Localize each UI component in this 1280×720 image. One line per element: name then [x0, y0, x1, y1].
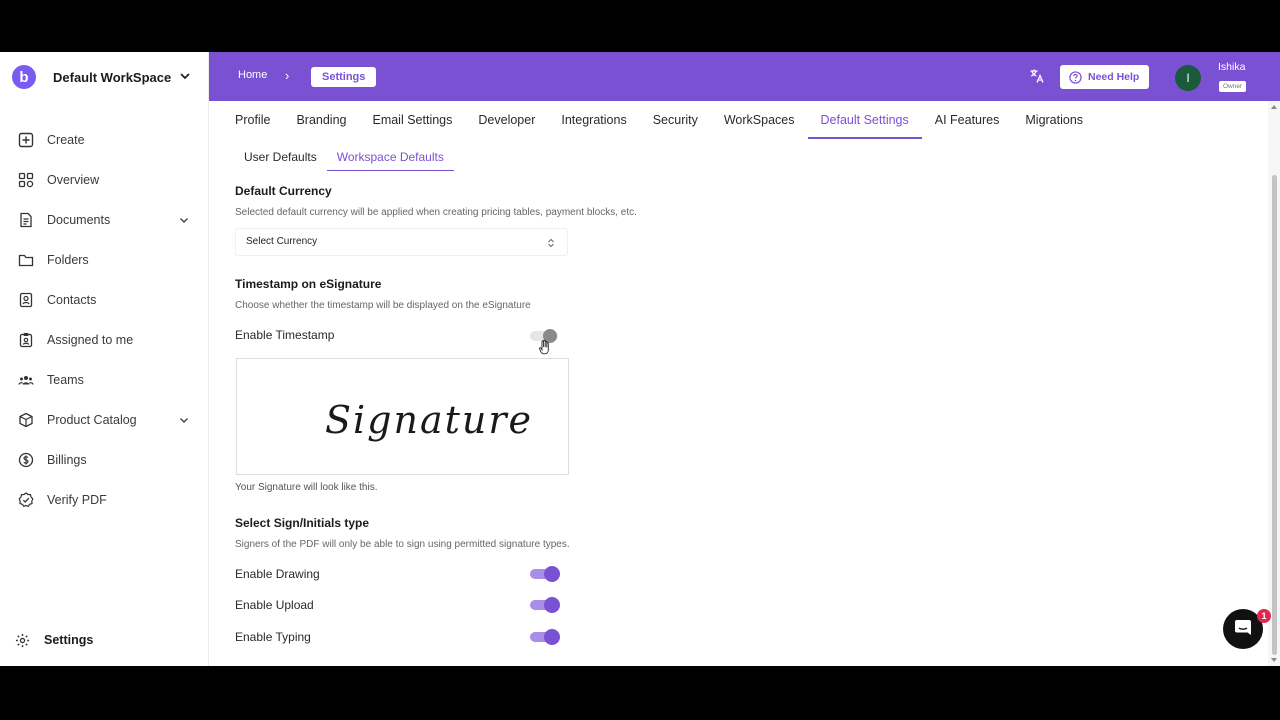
sidebar-item-folders[interactable]: Folders: [0, 240, 208, 280]
settings-subtabs: User Defaults Workspace Defaults: [234, 147, 455, 171]
enable-drawing-label: Enable Drawing: [235, 567, 320, 581]
tab-default-settings[interactable]: Default Settings: [807, 101, 923, 139]
mouse-pointer-icon: [539, 339, 549, 355]
sidebar-item-settings[interactable]: Settings: [0, 622, 208, 658]
folder-icon: [18, 254, 34, 267]
tab-branding[interactable]: Branding: [283, 101, 359, 139]
breadcrumb-separator-icon: ›: [285, 68, 290, 83]
sidebar-item-label: Teams: [47, 373, 84, 387]
enable-upload-toggle[interactable]: [529, 597, 561, 613]
sidebar-item-documents[interactable]: Documents: [0, 200, 208, 240]
sidebar-item-label: Documents: [47, 213, 111, 227]
sign-types-description: Signers of the PDF will only be able to …: [235, 539, 570, 550]
timestamp-description: Choose whether the timestamp will be dis…: [235, 300, 531, 311]
tab-profile[interactable]: Profile: [222, 101, 283, 139]
app-window: b Default WorkSpace Create Overview Docu…: [0, 52, 1280, 666]
signature-preview: Signature: [236, 358, 569, 475]
scroll-up-arrow-icon[interactable]: [1271, 105, 1277, 109]
workspace-name: Default WorkSpace: [53, 69, 172, 85]
sidebar: b Default WorkSpace Create Overview Docu…: [0, 52, 209, 666]
settings-tabs: Profile Branding Email Settings Developer In…: [222, 101, 1096, 139]
subtab-workspace-defaults[interactable]: Workspace Defaults: [326, 147, 455, 171]
sidebar-nav: Create Overview Documents Folders Contac…: [0, 120, 208, 520]
sidebar-item-label: Contacts: [47, 293, 97, 307]
breadcrumb-home[interactable]: Home: [238, 69, 267, 81]
contacts-icon: [19, 292, 33, 308]
updown-caret-icon: [548, 238, 554, 248]
gear-icon: [15, 633, 30, 647]
scrollbar[interactable]: [1268, 101, 1280, 666]
enable-upload-label: Enable Upload: [235, 598, 314, 612]
currency-description: Selected default currency will be applie…: [235, 207, 637, 218]
tab-email-settings[interactable]: Email Settings: [359, 101, 465, 139]
tab-security[interactable]: Security: [640, 101, 711, 139]
enable-typing-label: Enable Typing: [235, 630, 311, 644]
settings-label: Settings: [44, 633, 94, 647]
chevron-down-icon: [180, 418, 188, 423]
toggle-knob: [544, 566, 560, 582]
breadcrumb-current: Settings: [311, 67, 377, 87]
toggle-knob: [544, 629, 560, 645]
sidebar-item-verify-pdf[interactable]: Verify PDF: [0, 480, 208, 520]
sidebar-item-assigned[interactable]: Assigned to me: [0, 320, 208, 360]
need-help-label: Need Help: [1088, 71, 1140, 83]
product-box-icon: [19, 412, 33, 428]
user-name: Ishika: [1218, 61, 1246, 73]
sidebar-item-create[interactable]: Create: [0, 120, 208, 160]
plus-square-icon: [18, 132, 34, 148]
chevron-down-icon: [180, 218, 188, 223]
signature-image: Signature: [325, 398, 533, 442]
sidebar-item-label: Overview: [47, 173, 100, 187]
sidebar-item-product-catalog[interactable]: Product Catalog: [0, 400, 208, 440]
sidebar-item-label: Create: [47, 133, 85, 147]
verify-badge-icon: [18, 492, 34, 508]
timestamp-toggle-label: Enable Timestamp: [235, 328, 335, 342]
sidebar-item-label: Folders: [47, 253, 89, 267]
sidebar-item-label: Assigned to me: [47, 333, 134, 347]
sidebar-item-label: Billings: [47, 453, 87, 467]
enable-drawing-toggle[interactable]: [529, 566, 561, 582]
help-circle-icon: [1069, 70, 1082, 84]
enable-typing-toggle[interactable]: [529, 629, 561, 645]
tab-ai-features[interactable]: AI Features: [922, 101, 1013, 139]
sidebar-item-label: Product Catalog: [47, 413, 137, 427]
sidebar-item-contacts[interactable]: Contacts: [0, 280, 208, 320]
sign-types-title: Select Sign/Initials type: [235, 516, 370, 530]
scroll-down-arrow-icon[interactable]: [1271, 658, 1277, 662]
sidebar-item-overview[interactable]: Overview: [0, 160, 208, 200]
need-help-button[interactable]: Need Help: [1060, 65, 1149, 89]
user-role-badge: Owner: [1219, 81, 1247, 92]
scrollbar-thumb[interactable]: [1272, 175, 1277, 655]
timestamp-title: Timestamp on eSignature: [235, 277, 382, 291]
sidebar-item-billings[interactable]: Billings: [0, 440, 208, 480]
subtab-user-defaults[interactable]: User Defaults: [234, 147, 327, 171]
workspace-switcher[interactable]: b Default WorkSpace: [12, 64, 198, 90]
toggle-knob: [544, 597, 560, 613]
signature-caption: Your Signature will look like this.: [235, 482, 378, 493]
tab-migrations[interactable]: Migrations: [1012, 101, 1096, 139]
avatar[interactable]: I: [1175, 65, 1201, 91]
currency-select-value: Select Currency: [246, 236, 318, 247]
logo-icon: b: [12, 65, 36, 89]
tab-workspaces[interactable]: WorkSpaces: [711, 101, 808, 139]
translate-icon[interactable]: [1029, 68, 1045, 84]
currency-title: Default Currency: [235, 184, 332, 198]
chat-icon: [1235, 620, 1251, 635]
dollar-icon: [18, 452, 34, 468]
chat-unread-badge: 1: [1257, 609, 1271, 623]
assigned-icon: [19, 333, 33, 348]
teams-icon: [18, 376, 34, 385]
sidebar-item-label: Verify PDF: [47, 493, 107, 507]
top-header: Home › Settings Need Help I Ishika Owner: [209, 52, 1280, 101]
signature-text: Signature: [325, 398, 533, 442]
chevron-down-icon: [180, 73, 190, 80]
tab-developer[interactable]: Developer: [465, 101, 548, 139]
tab-integrations[interactable]: Integrations: [548, 101, 639, 139]
document-icon: [20, 212, 32, 228]
overview-grid-icon: [18, 172, 34, 188]
currency-select[interactable]: Select Currency: [235, 228, 568, 256]
sidebar-item-teams[interactable]: Teams: [0, 360, 208, 400]
